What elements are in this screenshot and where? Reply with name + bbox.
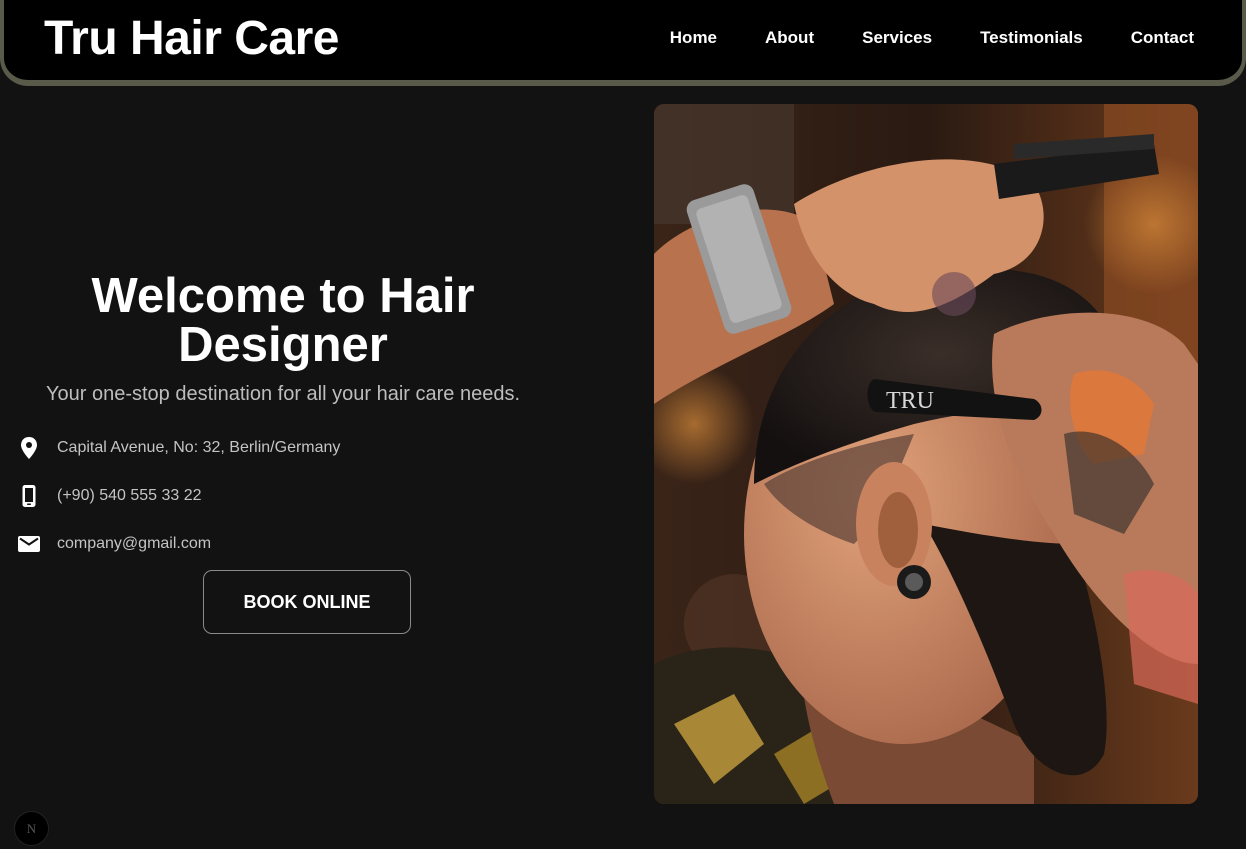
phone-icon [18, 484, 40, 508]
contact-address-text: Capital Avenue, No: 32, Berlin/Germany [57, 439, 341, 456]
location-pin-icon [18, 436, 40, 460]
main-nav: Home About Services Testimonials Contact [670, 28, 1194, 48]
site-header: Tru Hair Care Home About Services Testim… [0, 0, 1246, 86]
hero-section: Welcome to Hair Designer Your one-stop d… [0, 86, 640, 849]
contact-list: Capital Avenue, No: 32, Berlin/Germany (… [18, 424, 340, 568]
hero-subtitle: Your one-stop destination for all your h… [46, 383, 520, 405]
brand-logo-text[interactable]: Tru Hair Care [44, 10, 339, 68]
contact-email-text: company@gmail.com [57, 535, 212, 552]
mail-icon [18, 532, 40, 556]
razor-brand-text: TRU [886, 388, 934, 414]
contact-address: Capital Avenue, No: 32, Berlin/Germany [18, 424, 340, 472]
nav-contact-link[interactable]: Contact [1131, 28, 1194, 48]
hero-photo: TRU [654, 104, 1198, 804]
book-online-button[interactable]: BOOK ONLINE [203, 570, 411, 634]
hero-title: Welcome to Hair Designer [91, 269, 475, 372]
contact-phone: (+90) 540 555 33 22 [18, 472, 340, 520]
nav-about-link[interactable]: About [765, 28, 814, 48]
contact-email: company@gmail.com [18, 520, 340, 568]
contact-phone-text: (+90) 540 555 33 22 [57, 487, 202, 504]
nav-services-link[interactable]: Services [862, 28, 932, 48]
nextjs-badge-icon[interactable]: N [14, 811, 49, 846]
nav-testimonials-link[interactable]: Testimonials [980, 28, 1083, 48]
nav-home-link[interactable]: Home [670, 28, 717, 48]
